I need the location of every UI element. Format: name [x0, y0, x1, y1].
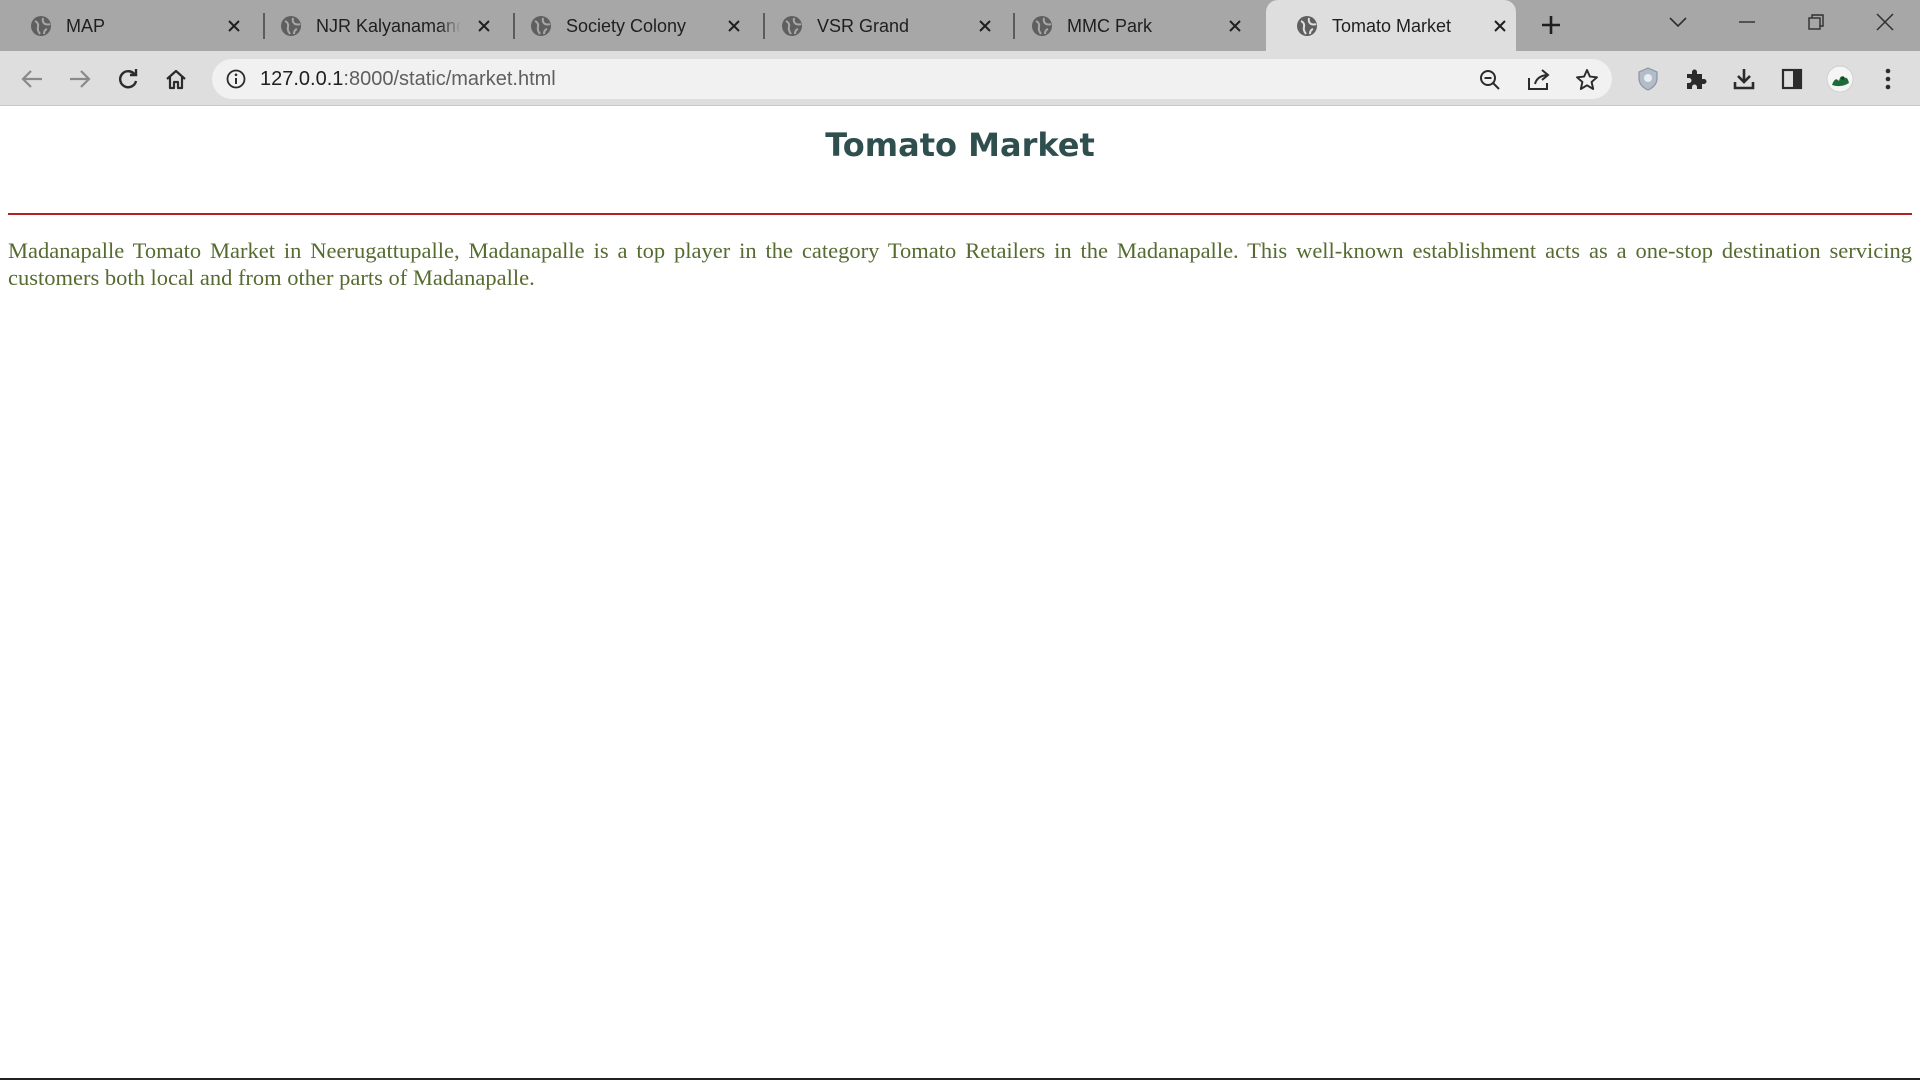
globe-icon: [30, 15, 52, 37]
share-icon[interactable]: [1526, 67, 1552, 93]
description-text: Madanapalle Tomato Market in Neerugattup…: [8, 238, 1912, 290]
side-panel-icon: [1781, 68, 1803, 90]
tab-title: MMC Park: [1067, 16, 1152, 36]
new-tab-button[interactable]: [1536, 10, 1566, 40]
back-button[interactable]: [16, 63, 48, 95]
divider: [8, 213, 1912, 215]
browser-toolbar: 127.0.0.1:8000/static/market.html: [0, 51, 1920, 106]
shield-icon: [1637, 67, 1659, 91]
globe-icon: [530, 15, 552, 37]
url-text[interactable]: 127.0.0.1:8000/static/market.html: [260, 68, 556, 90]
avatar: [1826, 65, 1854, 93]
menu-button[interactable]: [1872, 63, 1904, 95]
page-title: Tomato Market: [825, 126, 1095, 164]
reload-button[interactable]: [112, 63, 144, 95]
tab-njr-kalyanamandapam[interactable]: NJR Kalyanamandapam: [250, 0, 500, 51]
tab-search-button[interactable]: [1648, 0, 1708, 44]
home-icon: [165, 68, 187, 90]
close-icon[interactable]: [1488, 14, 1512, 38]
tab-title: Tomato Market: [1332, 16, 1452, 36]
close-icon[interactable]: [722, 14, 746, 38]
tab-society-colony[interactable]: Society Colony: [500, 0, 750, 51]
close-icon[interactable]: [973, 14, 997, 38]
tab-tomato-market[interactable]: Tomato Market: [1266, 0, 1516, 51]
close-icon: [1876, 13, 1894, 31]
close-icon[interactable]: [222, 14, 246, 38]
plus-icon: [1540, 14, 1562, 36]
restore-icon: [1808, 14, 1824, 30]
forward-arrow-icon: [69, 69, 91, 89]
info-icon[interactable]: [224, 67, 248, 91]
puzzle-icon: [1684, 67, 1708, 91]
star-icon[interactable]: [1574, 67, 1600, 93]
forward-button[interactable]: [64, 63, 96, 95]
globe-icon: [1031, 15, 1053, 37]
page-viewport: Tomato Market Madanapalle Tomato Market …: [0, 107, 1920, 1080]
tab-title: MAP: [66, 16, 106, 36]
close-window-button[interactable]: [1855, 0, 1915, 44]
address-bar[interactable]: 127.0.0.1:8000/static/market.html: [212, 59, 1612, 99]
url-host: 127.0.0.1: [260, 68, 344, 90]
side-panel-button[interactable]: [1776, 63, 1808, 95]
back-arrow-icon: [21, 69, 43, 89]
downloads-button[interactable]: [1728, 63, 1760, 95]
shield-extension-button[interactable]: [1632, 63, 1664, 95]
tab-map[interactable]: MAP: [0, 0, 250, 51]
profile-button[interactable]: [1824, 63, 1856, 95]
close-icon[interactable]: [472, 14, 496, 38]
tab-strip: MAP NJR Kalyanamandapam Society Colony V…: [0, 0, 1920, 51]
tab-mmc-park[interactable]: MMC Park: [1001, 0, 1251, 51]
minimize-button[interactable]: [1717, 0, 1777, 44]
tab-title: NJR Kalyanamandapam: [316, 16, 461, 36]
minimize-icon: [1739, 21, 1755, 23]
download-icon: [1732, 67, 1756, 91]
globe-icon: [781, 15, 803, 37]
chevron-down-icon: [1669, 16, 1687, 28]
extensions-button[interactable]: [1680, 63, 1712, 95]
kebab-menu-icon: [1884, 68, 1892, 90]
reload-icon: [117, 68, 139, 90]
zoom-out-icon[interactable]: [1477, 67, 1503, 93]
home-button[interactable]: [160, 63, 192, 95]
restore-button[interactable]: [1786, 0, 1846, 44]
globe-icon: [280, 15, 302, 37]
tab-title: VSR Grand: [817, 16, 910, 36]
tab-title: Society Colony: [566, 16, 687, 36]
close-icon[interactable]: [1223, 14, 1247, 38]
globe-icon: [1296, 15, 1318, 37]
tab-vsr-grand[interactable]: VSR Grand: [751, 0, 1001, 51]
url-path: :8000/static/market.html: [343, 68, 556, 90]
